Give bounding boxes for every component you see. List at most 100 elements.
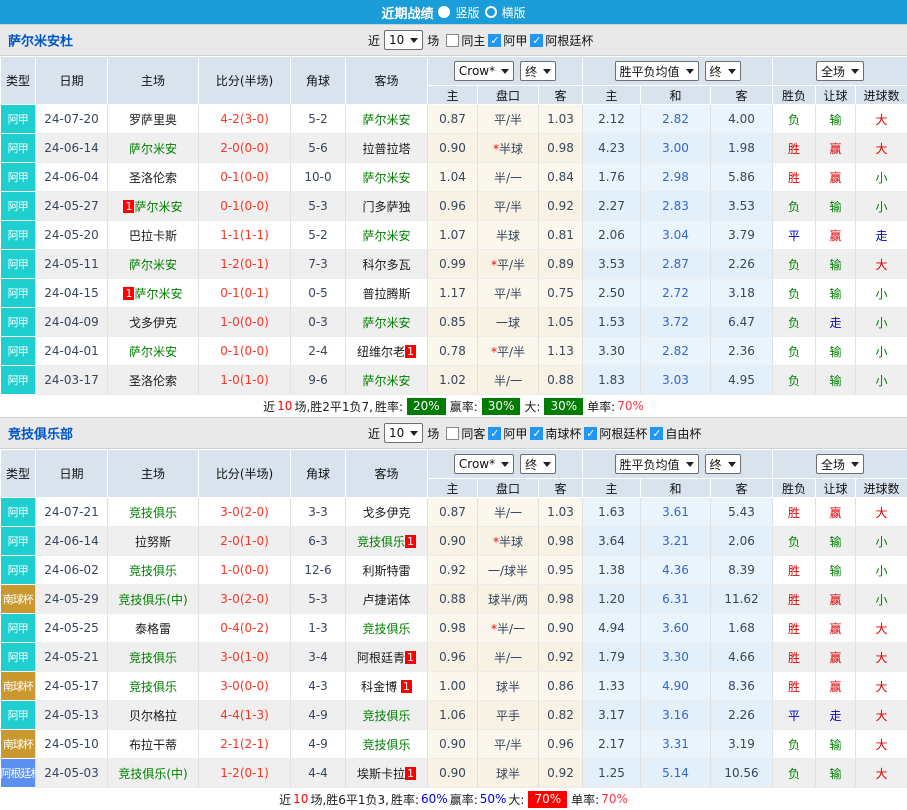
euro-odds-select[interactable]: 胜平负均值	[615, 454, 699, 474]
checkbox-icon[interactable]: ✓	[584, 427, 597, 440]
filter-toggle[interactable]: ✓阿甲	[488, 425, 527, 442]
bookmaker-state-value: 终	[525, 456, 537, 473]
recent-count-select[interactable]: 10	[384, 30, 423, 50]
bookmaker-state-select[interactable]: 终	[520, 454, 556, 474]
home-team-cell: 竞技俱乐	[108, 498, 199, 527]
near-label: 近	[368, 425, 380, 442]
result-goals: 大	[856, 643, 907, 672]
chevron-down-icon	[851, 462, 859, 467]
euro-state-value: 终	[710, 456, 722, 473]
euro-home-odds: 3.53	[583, 250, 641, 279]
date-cell: 24-05-29	[36, 585, 108, 614]
corner-cell: 2-4	[291, 337, 346, 366]
euro-odds-select[interactable]: 胜平负均值	[615, 61, 699, 81]
euro-away-odds: 3.53	[711, 192, 773, 221]
filter-toggle[interactable]: ✓阿甲	[488, 32, 527, 49]
date-cell: 24-05-25	[36, 614, 108, 643]
checkbox-icon[interactable]: ✓	[530, 427, 543, 440]
corner-cell: 4-4	[291, 759, 346, 788]
asian-home-odds: 0.85	[428, 308, 478, 337]
asian-away-odds: 0.92	[539, 192, 583, 221]
recent-count-select[interactable]: 10	[384, 423, 423, 443]
checkbox-icon[interactable]: ✓	[530, 34, 543, 47]
result-goals: 小	[856, 308, 907, 337]
checkbox-icon[interactable]	[446, 427, 459, 440]
result-handicap: 走	[816, 701, 856, 730]
bookmaker-select[interactable]: Crow*	[454, 454, 514, 474]
filter-toggle[interactable]: 同客	[446, 425, 485, 442]
away-team-cell: 科金博 1	[346, 672, 428, 701]
euro-state-select[interactable]: 终	[705, 61, 741, 81]
asian-home-odds: 0.96	[428, 643, 478, 672]
result-outcome: 负	[773, 308, 816, 337]
away-team-cell: 埃斯卡拉1	[346, 759, 428, 788]
home-team-cell: 泰格雷	[108, 614, 199, 643]
radio-vertical-layout[interactable]	[438, 6, 450, 18]
checkbox-icon[interactable]: ✓	[488, 427, 501, 440]
score-cell: 1-2(0-1)	[199, 250, 291, 279]
checkbox-icon[interactable]	[446, 34, 459, 47]
asian-away-odds: 0.98	[539, 527, 583, 556]
sub-header-asian-away: 客	[539, 86, 583, 105]
near-label: 近	[368, 32, 380, 49]
handicap-cell: 平/半	[478, 279, 539, 308]
red-card-badge: 1	[123, 287, 134, 300]
away-team-cell: 萨尔米安	[346, 105, 428, 134]
handicap-cell: 半球	[478, 221, 539, 250]
team-name: 竞技俱乐	[129, 651, 177, 665]
filter-toggle[interactable]: 同主	[446, 32, 485, 49]
team-name: 门多萨独	[362, 200, 410, 214]
radio-vertical-label[interactable]: 竖版	[455, 4, 479, 21]
score-cell: 3-0(0-0)	[199, 672, 291, 701]
asian-away-odds: 0.81	[539, 221, 583, 250]
asian-home-odds: 1.07	[428, 221, 478, 250]
matches-table: 类型 日期 主场 比分(半场) 角球 客场 Crow* 终 胜平负均值 终	[0, 56, 907, 395]
euro-home-odds: 1.79	[583, 643, 641, 672]
date-cell: 24-07-20	[36, 105, 108, 134]
handicap-cell: 半/一	[478, 366, 539, 395]
euro-home-odds: 1.25	[583, 759, 641, 788]
red-card-badge: 1	[405, 651, 416, 664]
asian-away-odds: 0.88	[539, 366, 583, 395]
euro-state-select[interactable]: 终	[705, 454, 741, 474]
scope-select[interactable]: 全场	[816, 454, 864, 474]
euro-odds-select-value: 胜平负均值	[620, 456, 680, 473]
section-header: 竞技俱乐部 近 10 场 同客✓阿甲✓南球杯✓阿根廷杯✓自由杯	[0, 417, 907, 449]
team-name-link[interactable]: 萨尔米安杜	[8, 31, 73, 50]
handicap-cell: 一/球半	[478, 556, 539, 585]
bookmaker-state-select[interactable]: 终	[520, 61, 556, 81]
filter-toggle[interactable]: ✓阿根廷杯	[530, 32, 593, 49]
team-name-link[interactable]: 竞技俱乐部	[8, 424, 73, 443]
euro-home-odds: 1.83	[583, 366, 641, 395]
corner-cell: 7-3	[291, 250, 346, 279]
radio-horizontal-layout[interactable]	[485, 6, 497, 18]
section-header: 萨尔米安杜 近 10 场 同主✓阿甲✓阿根廷杯	[0, 24, 907, 56]
filter-toggle[interactable]: ✓阿根廷杯	[584, 425, 647, 442]
team-name: 萨尔米安	[129, 258, 177, 272]
team-name: 萨尔米安	[362, 316, 410, 330]
team-name: 圣洛伦索	[129, 374, 177, 388]
bookmaker-select[interactable]: Crow*	[454, 61, 514, 81]
result-goals: 大	[856, 759, 907, 788]
euro-away-odds: 3.19	[711, 730, 773, 759]
scope-select[interactable]: 全场	[816, 61, 864, 81]
filter-toggle[interactable]: ✓自由杯	[650, 425, 701, 442]
result-handicap: 赢	[816, 221, 856, 250]
checkbox-icon[interactable]: ✓	[488, 34, 501, 47]
result-outcome: 负	[773, 337, 816, 366]
league-cell: 阿甲	[1, 498, 36, 527]
checkbox-icon[interactable]: ✓	[650, 427, 663, 440]
radio-horizontal-label[interactable]: 横版	[502, 4, 526, 21]
games-label: 场	[427, 425, 439, 442]
handicap-cell: 球半/两	[478, 585, 539, 614]
team-name: 阿根廷青	[357, 651, 405, 665]
filter-toggle[interactable]: ✓南球杯	[530, 425, 581, 442]
asian-home-odds: 0.90	[428, 759, 478, 788]
euro-home-odds: 1.33	[583, 672, 641, 701]
result-goals: 小	[856, 279, 907, 308]
star-mark: *	[493, 535, 499, 549]
match-row: 阿甲24-05-21竞技俱乐3-0(1-0)3-4阿根廷青10.96半/一0.9…	[1, 643, 907, 672]
team-name: 戈多伊克	[362, 506, 410, 520]
date-cell: 24-03-17	[36, 366, 108, 395]
handicap-cell: *半球	[478, 527, 539, 556]
